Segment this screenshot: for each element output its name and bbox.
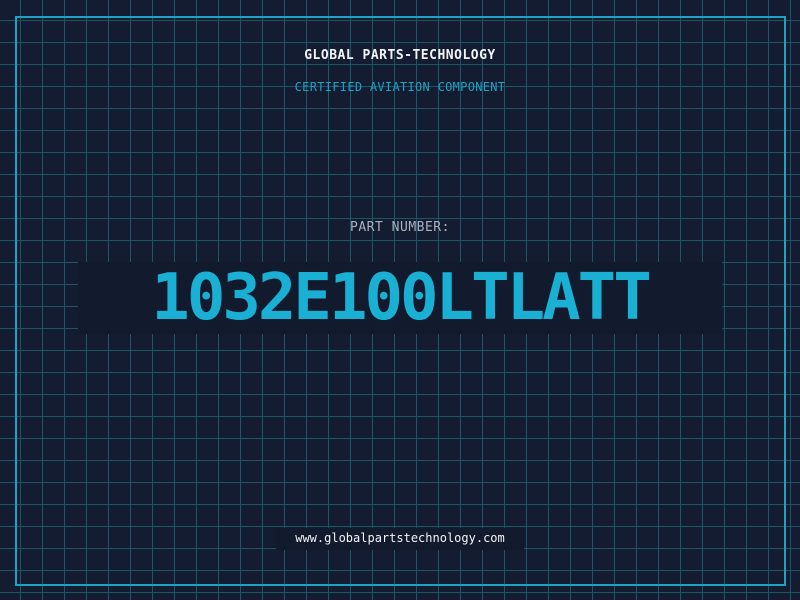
- tagline: CERTIFIED AVIATION COMPONENT: [294, 80, 506, 94]
- part-number-label: PART NUMBER:: [350, 220, 450, 235]
- part-number-value: 1032E100LTLATT: [151, 261, 651, 335]
- company-name: GLOBAL PARTS-TECHNOLOGY: [304, 48, 496, 63]
- website-url: www.globalpartstechnology.com: [295, 531, 505, 545]
